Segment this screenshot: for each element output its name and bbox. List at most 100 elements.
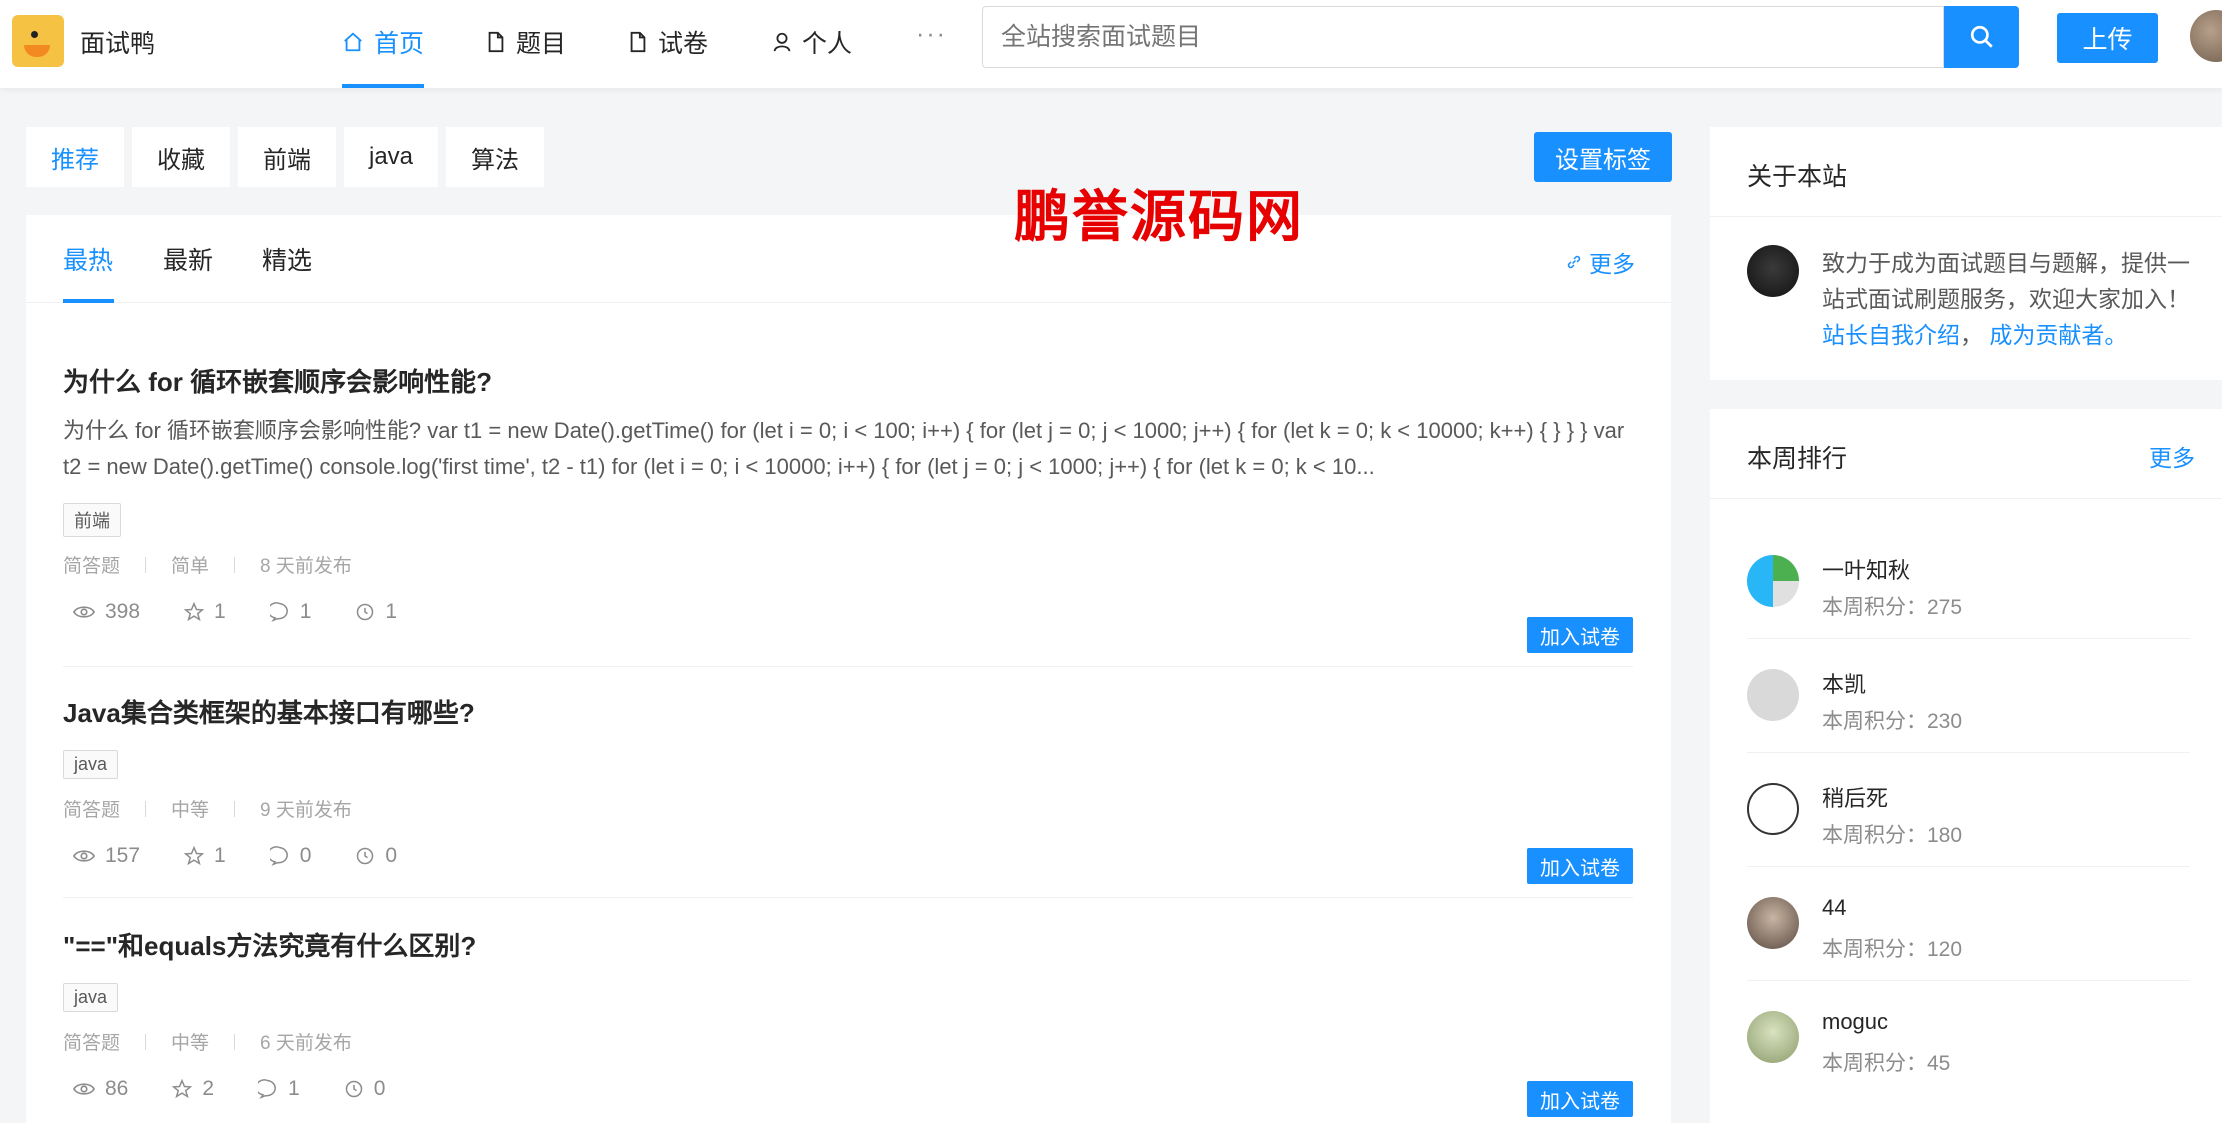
question-type: 简答题 [63,800,121,821]
about-link-owner[interactable]: 站长自我介绍 [1822,322,1960,348]
tag-tab-recommend[interactable]: 推荐 [26,127,124,187]
question-type: 简答题 [63,1033,121,1054]
about-link-contribute[interactable]: 成为贡献者。 [1989,322,2127,348]
ranking-row[interactable]: 本凯 本周积分：230 [1747,639,2190,753]
avatar [1747,1011,1799,1063]
question-description: 为什么 for 循环嵌套顺序会影响性能? var t1 = new Date()… [63,418,1625,479]
question-tag[interactable]: 前端 [63,503,121,537]
question-meta: 简答题 中等 6 天前发布 [63,1028,1633,1055]
set-tags-button[interactable]: 设置标签 [1534,132,1672,182]
nav-profile[interactable]: 个人 [772,24,852,60]
search-button[interactable] [1944,6,2019,68]
star-icon [172,1079,193,1099]
tab-hottest[interactable]: 最热 [63,241,113,277]
star-count[interactable]: 2 [172,1077,214,1101]
ranking-row[interactable]: 稍后死 本周积分：180 [1747,753,2190,867]
add-to-paper-button[interactable]: 加入试卷 [1527,1081,1633,1117]
user-avatar[interactable] [2190,10,2222,62]
question-item[interactable]: "=="和equals方法究竟有什么区别? java 简答题 中等 6 天前发布… [63,926,1633,1123]
view-count-value: 398 [105,600,141,623]
question-stats: 86 2 1 0 [63,1077,1633,1101]
top-header: 面试鸭 首页 题目 试卷 个人 ··· 上传 [0,0,2222,88]
add-to-paper-button[interactable]: 加入试卷 [1527,617,1633,653]
history-count: 0 [355,844,397,868]
ranking-user-name: 本凯 [1822,672,1867,697]
meta-separator [234,1033,236,1050]
clock-icon [345,1080,362,1098]
nav-more-ellipsis[interactable]: ··· [916,20,947,49]
ranking-header: 本周排行 更多 [1710,409,2222,499]
tab-newest[interactable]: 最新 [163,241,213,277]
star-count-value: 1 [214,844,226,867]
about-header: 关于本站 [1710,127,2222,217]
ranking-row[interactable]: 一叶知秋 本周积分：275 [1747,525,2190,639]
tab-featured[interactable]: 精选 [262,241,312,277]
meta-separator [145,556,147,573]
sort-tabs: 最热 最新 精选 更多 [26,215,1671,303]
nav-home-label: 首页 [374,30,425,58]
question-stats: 157 1 0 0 [63,844,1633,868]
star-icon [184,846,205,866]
question-title[interactable]: "=="和equals方法究竟有什么区别? [63,926,1633,963]
logo-eye [31,31,38,38]
comment-icon [269,602,288,622]
nav-profile-label: 个人 [802,30,853,58]
tag-tab-favorites[interactable]: 收藏 [132,127,230,187]
view-count: 86 [73,1077,128,1101]
tag-tab-frontend[interactable]: 前端 [238,127,336,187]
question-title[interactable]: Java集合类框架的基本接口有哪些? [63,693,1633,730]
question-title[interactable]: 为什么 for 循环嵌套顺序会影响性能? [63,362,1633,399]
comment-count[interactable]: 0 [269,844,311,868]
nav-home[interactable]: 首页 [342,24,424,60]
ranking-more-link[interactable]: 更多 [2149,439,2195,473]
tag-tab-algorithm[interactable]: 算法 [446,127,545,187]
question-item[interactable]: 为什么 for 循环嵌套顺序会影响性能? 为什么 for 循环嵌套顺序会影响性能… [63,362,1633,667]
eye-icon [73,850,95,862]
paper-icon [630,31,646,53]
about-avatar [1747,245,1799,297]
nav-papers-label: 试卷 [658,30,709,58]
question-tag[interactable]: java [63,750,119,779]
view-count: 398 [73,600,140,624]
comment-count-value: 1 [288,1077,300,1100]
question-tag[interactable]: java [63,983,119,1012]
avatar [1747,897,1799,949]
comment-count[interactable]: 1 [258,1077,300,1101]
more-link-label: 更多 [1589,251,1635,277]
upload-button[interactable]: 上传 [2057,13,2158,63]
question-stats: 398 1 1 1 [63,600,1633,624]
logo-beak [24,45,50,57]
tag-tab-java[interactable]: java [344,127,439,187]
history-count: 0 [344,1077,386,1101]
history-count-value: 0 [373,1077,386,1100]
history-count-value: 1 [385,600,398,623]
star-icon [184,602,205,622]
meta-separator [234,800,236,817]
question-item[interactable]: Java集合类框架的基本接口有哪些? java 简答题 中等 9 天前发布 15… [63,693,1633,898]
clock-icon [357,603,374,621]
view-count-value: 157 [105,844,141,867]
nav-questions[interactable]: 题目 [486,24,566,60]
star-count-value: 2 [202,1077,215,1100]
add-to-paper-button[interactable]: 加入试卷 [1527,848,1633,884]
search-input[interactable] [982,6,1944,68]
history-count-value: 0 [385,844,398,867]
question-time: 9 天前发布 [260,800,352,821]
comment-icon [258,1079,276,1099]
question-difficulty: 简单 [171,556,210,577]
about-text: 致力于成为面试题目与题解，提供一站式面试刷题服务，欢迎大家加入！ 站长自我介绍，… [1822,250,2190,348]
ranking-row[interactable]: moguc 本周积分：45 [1747,981,2190,1095]
star-count[interactable]: 1 [184,600,226,624]
site-brand[interactable]: 面试鸭 [80,24,155,60]
star-count[interactable]: 1 [184,844,226,868]
sort-tab-ink [63,299,114,303]
user-icon [773,32,791,52]
comment-count[interactable]: 1 [269,600,311,624]
ranking-title: 本周排行 [1747,445,1848,473]
more-link[interactable]: 更多 [1565,245,1635,279]
ranking-user-score: 本周积分：230 [1822,710,1963,733]
nav-papers[interactable]: 试卷 [628,24,708,60]
duck-logo-icon[interactable] [12,15,64,67]
ranking-row[interactable]: 44 本周积分：120 [1747,867,2190,981]
question-meta: 简答题 简单 8 天前发布 [63,551,1633,578]
